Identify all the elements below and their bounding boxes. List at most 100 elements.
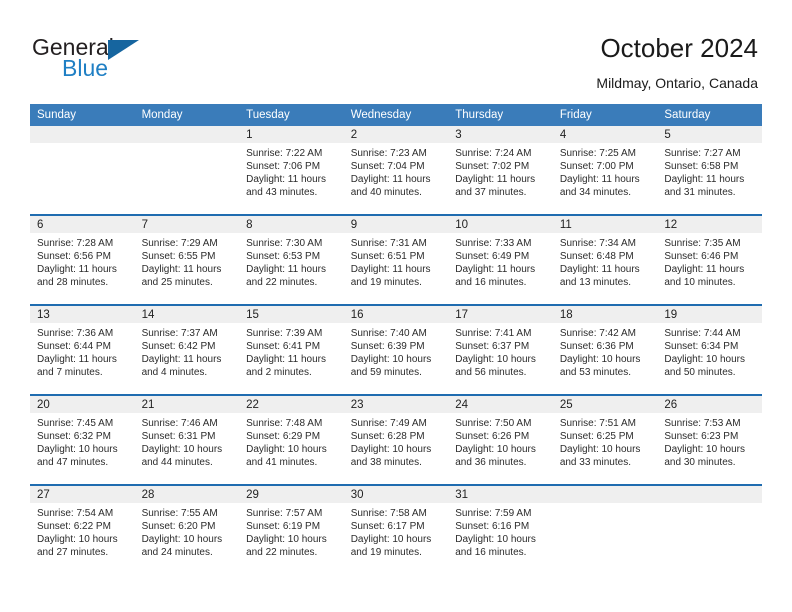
day-cell: 24 Sunrise: 7:50 AM Sunset: 6:26 PM Dayligh… [448, 396, 553, 484]
calendar-cell-empty [552, 484, 658, 574]
day-details: Sunrise: 7:51 AM Sunset: 6:25 PM Daylight:… [553, 413, 658, 469]
sunrise-text: Sunrise: 7:57 AM [246, 508, 323, 519]
calendar-cell-day-19[interactable]: 19 Sunrise: 7:44 AM Sunset: 6:34 PM Dayligh… [657, 304, 762, 395]
day-details: Sunrise: 7:54 AM Sunset: 6:22 PM Daylight:… [30, 503, 135, 559]
day-details: Sunrise: 7:25 AM Sunset: 7:00 PM Daylight:… [553, 143, 658, 199]
sunset-text: Sunset: 6:44 PM [37, 341, 111, 353]
day-cell: 13 Sunrise: 7:36 AM Sunset: 6:44 PM Dayligh… [30, 306, 135, 394]
day-number: 14 [134, 306, 240, 323]
day-details: Sunrise: 7:23 AM Sunset: 7:04 PM Daylight:… [344, 143, 449, 199]
calendar-cell-day-24[interactable]: 24 Sunrise: 7:50 AM Sunset: 6:26 PM Dayligh… [448, 394, 553, 485]
calendar-cell-day-20[interactable]: 20 Sunrise: 7:45 AM Sunset: 6:32 PM Dayligh… [30, 394, 135, 485]
sunset-text: Sunset: 6:25 PM [559, 431, 634, 443]
daylight-text-line2: and 47 minutes. [37, 457, 109, 469]
day-details: Sunrise: 7:49 AM Sunset: 6:28 PM Daylight:… [344, 413, 449, 469]
sunset-text: Sunset: 6:51 PM [350, 251, 425, 263]
calendar-cell-day-23[interactable]: 23 Sunrise: 7:49 AM Sunset: 6:28 PM Dayligh… [343, 394, 449, 485]
calendar-cell-day-27[interactable]: 27 Sunrise: 7:54 AM Sunset: 6:22 PM Dayligh… [30, 484, 135, 574]
daylight-text-line2: and 10 minutes. [664, 277, 736, 289]
calendar-cell-day-26[interactable]: 26 Sunrise: 7:53 AM Sunset: 6:23 PM Dayligh… [657, 394, 762, 485]
calendar-cell-day-16[interactable]: 16 Sunrise: 7:40 AM Sunset: 6:39 PM Dayligh… [343, 304, 449, 395]
calendar-cell-day-10[interactable]: 10 Sunrise: 7:33 AM Sunset: 6:49 PM Dayligh… [448, 214, 553, 305]
day-number: 28 [134, 486, 240, 503]
calendar-cell-day-25[interactable]: 25 Sunrise: 7:51 AM Sunset: 6:25 PM Dayligh… [552, 394, 658, 485]
daylight-text-line1: Daylight: 11 hours [246, 354, 326, 366]
day-cell: 16 Sunrise: 7:40 AM Sunset: 6:39 PM Dayligh… [343, 306, 449, 394]
calendar-cell-day-14[interactable]: 14 Sunrise: 7:37 AM Sunset: 6:42 PM Dayligh… [134, 304, 240, 395]
calendar-header-row: Sunday Monday Tuesday Wednesday Thursday Frid… [30, 104, 762, 126]
day-cell: 20 Sunrise: 7:45 AM Sunset: 6:32 PM Dayligh… [30, 396, 135, 484]
sunset-text: Sunset: 6:28 PM [350, 431, 425, 443]
sunrise-text: Sunrise: 7:36 AM [37, 328, 114, 339]
daylight-text-line2: and 28 minutes. [37, 277, 109, 289]
calendar-cell-day-1[interactable]: 1 Sunrise: 7:22 AM Sunset: 7:06 PM Daylight… [239, 126, 344, 215]
calendar-cell-day-13[interactable]: 13 Sunrise: 7:36 AM Sunset: 6:44 PM Dayligh… [30, 304, 135, 395]
calendar-cell-day-18[interactable]: 18 Sunrise: 7:42 AM Sunset: 6:36 PM Dayligh… [552, 304, 658, 395]
sunrise-text: Sunrise: 7:59 AM [455, 508, 532, 519]
calendar-cell-day-21[interactable]: 21 Sunrise: 7:46 AM Sunset: 6:31 PM Dayligh… [134, 394, 240, 485]
calendar-cell-day-29[interactable]: 29 Sunrise: 7:57 AM Sunset: 6:19 PM Dayligh… [239, 484, 344, 574]
calendar-cell-day-8[interactable]: 8 Sunrise: 7:30 AM Sunset: 6:53 PM Daylight… [239, 214, 344, 305]
sunset-text: Sunset: 6:29 PM [246, 431, 321, 443]
calendar-cell-day-31[interactable]: 31 Sunrise: 7:59 AM Sunset: 6:16 PM Dayligh… [448, 484, 553, 574]
daylight-text-line2: and 19 minutes. [350, 547, 422, 559]
day-number: 9 [343, 216, 449, 233]
day-details: Sunrise: 7:48 AM Sunset: 6:29 PM Daylight:… [239, 413, 344, 469]
day-cell: 21 Sunrise: 7:46 AM Sunset: 6:31 PM Dayligh… [134, 396, 240, 484]
sunrise-text: Sunrise: 7:39 AM [246, 328, 323, 339]
calendar-cell-day-12[interactable]: 12 Sunrise: 7:35 AM Sunset: 6:46 PM Dayligh… [657, 214, 762, 305]
sunrise-text: Sunrise: 7:40 AM [350, 328, 427, 339]
sunrise-text: Sunrise: 7:23 AM [350, 148, 427, 159]
day-cell: 7 Sunrise: 7:29 AM Sunset: 6:55 PM Daylight… [134, 216, 240, 304]
calendar-table: Sunday Monday Tuesday Wednesday Thursday Frid… [30, 104, 762, 574]
sunrise-text: Sunrise: 7:58 AM [350, 508, 427, 519]
day-number [552, 486, 658, 503]
daylight-text-line1: Daylight: 11 hours [246, 174, 326, 186]
daylight-text-line1: Daylight: 10 hours [37, 534, 118, 546]
daylight-text-line2: and 37 minutes. [455, 187, 527, 199]
daylight-text-line2: and 2 minutes. [246, 367, 312, 379]
day-details: Sunrise: 7:33 AM Sunset: 6:49 PM Daylight:… [448, 233, 553, 289]
weekday-header-tuesday: Tuesday [239, 104, 344, 126]
general-blue-logo[interactable]: General Blue [32, 34, 272, 86]
day-details: Sunrise: 7:39 AM Sunset: 6:41 PM Daylight:… [239, 323, 344, 379]
day-details: Sunrise: 7:57 AM Sunset: 6:19 PM Daylight:… [239, 503, 344, 559]
calendar-cell-day-4[interactable]: 4 Sunrise: 7:25 AM Sunset: 7:00 PM Daylight… [552, 126, 658, 215]
day-number: 13 [30, 306, 135, 323]
daylight-text-line1: Daylight: 10 hours [559, 354, 641, 366]
sunset-text: Sunset: 7:04 PM [350, 161, 425, 173]
sunset-text: Sunset: 6:16 PM [455, 521, 530, 533]
calendar-cell-day-7[interactable]: 7 Sunrise: 7:29 AM Sunset: 6:55 PM Daylight… [134, 214, 240, 305]
calendar-cell-day-11[interactable]: 11 Sunrise: 7:34 AM Sunset: 6:48 PM Dayligh… [552, 214, 658, 305]
calendar-cell-day-17[interactable]: 17 Sunrise: 7:41 AM Sunset: 6:37 PM Dayligh… [448, 304, 553, 395]
calendar-cell-day-2[interactable]: 2 Sunrise: 7:23 AM Sunset: 7:04 PM Daylight… [343, 126, 449, 215]
calendar-cell-day-9[interactable]: 9 Sunrise: 7:31 AM Sunset: 6:51 PM Daylight… [343, 214, 449, 305]
calendar-page: General Blue October 2024 Mildmay, Ontar… [0, 0, 792, 612]
calendar-cell-day-15[interactable]: 15 Sunrise: 7:39 AM Sunset: 6:41 PM Dayligh… [239, 304, 344, 395]
calendar-cell-day-3[interactable]: 3 Sunrise: 7:24 AM Sunset: 7:02 PM Daylight… [448, 126, 553, 215]
calendar-cell-day-5[interactable]: 5 Sunrise: 7:27 AM Sunset: 6:58 PM Daylight… [657, 126, 762, 215]
weekday-header-thursday: Thursday [448, 104, 553, 126]
day-details: Sunrise: 7:34 AM Sunset: 6:48 PM Daylight:… [553, 233, 658, 289]
daylight-text-line2: and 40 minutes. [350, 187, 422, 199]
sunrise-text: Sunrise: 7:34 AM [559, 238, 636, 249]
day-number: 7 [134, 216, 240, 233]
calendar-week-row: 1 Sunrise: 7:22 AM Sunset: 7:06 PM Daylight… [30, 126, 762, 215]
calendar-cell-day-30[interactable]: 30 Sunrise: 7:58 AM Sunset: 6:17 PM Dayligh… [343, 484, 449, 574]
weekday-header-monday: Monday [134, 104, 240, 126]
day-details: Sunrise: 7:36 AM Sunset: 6:44 PM Daylight:… [30, 323, 135, 379]
daylight-text-line1: Daylight: 11 hours [37, 354, 117, 366]
day-cell: 31 Sunrise: 7:59 AM Sunset: 6:16 PM Dayligh… [448, 486, 553, 574]
sunrise-text: Sunrise: 7:29 AM [141, 238, 218, 249]
sunset-text: Sunset: 6:22 PM [37, 521, 111, 533]
daylight-text-line1: Daylight: 10 hours [246, 534, 327, 546]
calendar-cell-day-22[interactable]: 22 Sunrise: 7:48 AM Sunset: 6:29 PM Dayligh… [239, 394, 344, 485]
sunset-text: Sunset: 6:56 PM [37, 251, 111, 263]
sunrise-text: Sunrise: 7:31 AM [350, 238, 427, 249]
daylight-text-line1: Daylight: 11 hours [350, 264, 431, 276]
calendar-cell-empty [657, 484, 762, 574]
calendar-cell-day-28[interactable]: 28 Sunrise: 7:55 AM Sunset: 6:20 PM Dayligh… [134, 484, 240, 574]
calendar-cell-day-6[interactable]: 6 Sunrise: 7:28 AM Sunset: 6:56 PM Daylight… [30, 214, 135, 305]
day-details: Sunrise: 7:46 AM Sunset: 6:31 PM Daylight:… [135, 413, 240, 469]
sunset-text: Sunset: 6:55 PM [141, 251, 216, 263]
